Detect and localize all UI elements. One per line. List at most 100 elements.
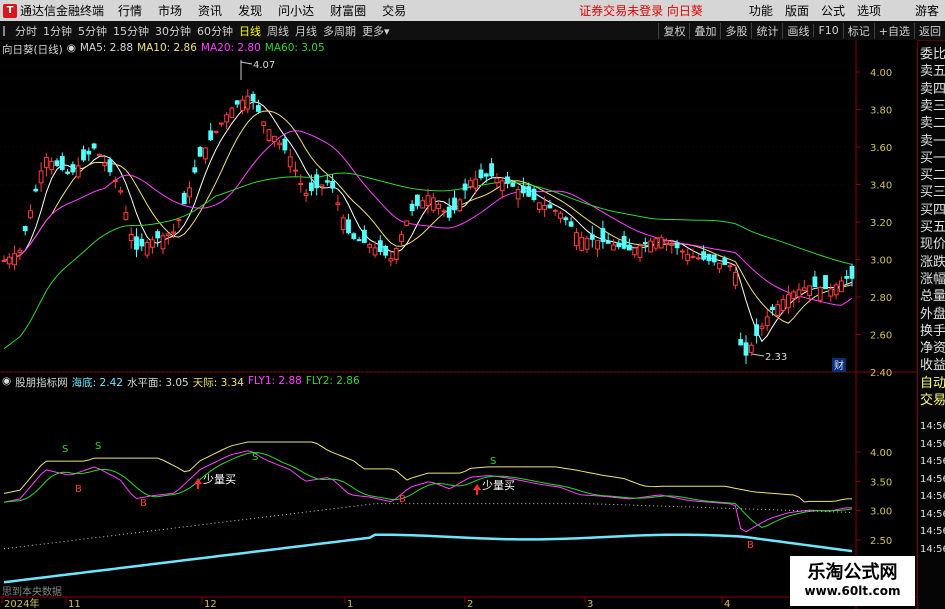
candle-down [324, 180, 330, 183]
candle-up [595, 239, 601, 250]
candle-up [266, 129, 272, 142]
candle-down [22, 225, 28, 232]
date-label: 11 [68, 599, 81, 609]
candle-up [245, 95, 251, 110]
period-weekly[interactable]: 周线 [264, 23, 292, 39]
low-price-label: 2.33 [765, 352, 787, 363]
candle-down [356, 239, 362, 242]
signal-b: B [140, 498, 147, 509]
candle-up [277, 142, 283, 146]
menu-item-formula[interactable]: 公式 [815, 2, 851, 19]
period-daily[interactable]: 日线 [236, 23, 264, 39]
period-multi[interactable]: 多周期 [320, 23, 359, 39]
price-tick-label: 3.40 [870, 181, 892, 192]
multi-stock-button[interactable]: 多股 [720, 22, 751, 39]
menu-item-markets[interactable]: 市场 [150, 2, 190, 19]
period-tick[interactable]: 分时 [12, 23, 40, 39]
login-warning[interactable]: 证券交易未登录 向日葵 [579, 2, 703, 19]
menu-item-options[interactable]: 选项 [851, 2, 887, 19]
candle-down [521, 185, 526, 194]
f10-button[interactable]: F10 [813, 24, 842, 37]
price-tick-label: 2.40 [870, 368, 892, 379]
candle-down [627, 244, 632, 251]
draw-line-button[interactable]: 画线 [782, 22, 813, 39]
candle-up [436, 203, 442, 209]
candle-down [489, 163, 495, 177]
candle-up [817, 287, 823, 301]
candle-down [208, 130, 214, 141]
overlay-button[interactable]: 叠加 [689, 22, 720, 39]
candle-up [664, 240, 669, 244]
candle-down [483, 173, 489, 177]
candle-down [531, 188, 537, 201]
period-more[interactable]: 更多▾ [359, 23, 393, 39]
period-15min[interactable]: 15分钟 [110, 23, 152, 39]
candle-down [462, 183, 468, 191]
chevron-down-icon[interactable]: ◉ [67, 42, 76, 56]
guest-label[interactable]: 游客 [909, 2, 945, 19]
signal-s: S [62, 444, 68, 455]
mark-button[interactable]: 标记 [842, 22, 874, 39]
candle-down [478, 169, 484, 179]
trade-time: 14:56 [920, 491, 945, 502]
candle-up [1, 260, 7, 263]
candle-down [139, 238, 145, 247]
candle-down [377, 240, 383, 253]
menu-item-market[interactable]: 行情 [110, 2, 150, 19]
app-title: 通达信金融终端 [20, 4, 105, 18]
candle-down [107, 159, 113, 173]
back-button[interactable]: 返回 [914, 22, 945, 39]
candle-down [706, 253, 712, 261]
candle-up [552, 209, 558, 212]
settings-dot-icon[interactable]: ◉ [2, 375, 11, 389]
period-5min[interactable]: 5分钟 [75, 23, 110, 39]
candle-down [526, 186, 532, 197]
candle-down [70, 164, 76, 173]
menu-item-discover[interactable]: 发现 [230, 2, 270, 19]
stats-button[interactable]: 统计 [751, 22, 782, 39]
kline-chart[interactable]: 4.00 3.80 3.60 3.40 3.20 3.00 2.80 2.60 2.40 4.00… [0, 40, 917, 609]
period-monthly[interactable]: 月线 [292, 23, 320, 39]
candle-up [128, 233, 134, 241]
candle-up [727, 265, 733, 268]
candle-down [415, 194, 420, 207]
current-stock: 向日葵 [666, 4, 703, 18]
less-buy-label: 少量买 [482, 479, 515, 492]
candle-up [542, 204, 548, 210]
quote-field-label: 现价 [920, 237, 945, 253]
adjust-button[interactable]: 复权 [658, 22, 689, 39]
candle-up [457, 199, 463, 212]
trade-time: 14:56 [920, 526, 945, 537]
candle-down [711, 254, 717, 263]
candle-up [229, 107, 235, 119]
candle-down [234, 100, 240, 105]
candle-up [404, 220, 410, 226]
candle-down [383, 245, 389, 256]
candle-up [833, 284, 839, 296]
quote-field-label: 换手 [920, 323, 945, 339]
add-watchlist-button[interactable]: +自选 [873, 22, 914, 39]
candle-down [86, 150, 92, 155]
candle-up [240, 99, 245, 111]
candle-down [642, 242, 648, 245]
candle-up [224, 114, 229, 123]
menu-item-wealth[interactable]: 财富圈 [322, 2, 374, 19]
date-label: 12 [204, 599, 217, 609]
candle-up [611, 244, 616, 251]
candle-down [91, 143, 97, 149]
quote-field-label[interactable]: 交易 [920, 394, 945, 408]
menu-item-layout[interactable]: 版面 [779, 2, 815, 19]
quote-field-label: 卖五 [920, 64, 945, 80]
candle-up [150, 239, 155, 248]
period-30min[interactable]: 30分钟 [152, 23, 194, 39]
quote-field-label[interactable]: 自动 [920, 376, 945, 391]
menu-item-trade[interactable]: 交易 [374, 2, 414, 19]
candle-up [271, 135, 277, 143]
period-60min[interactable]: 60分钟 [194, 23, 236, 39]
menu-item-news[interactable]: 资讯 [190, 2, 230, 19]
menu-item-ask[interactable]: 问小达 [270, 2, 322, 19]
period-1min[interactable]: 1分钟 [40, 23, 75, 39]
candle-up [287, 156, 293, 168]
quote-field-label: 买四 [920, 202, 945, 218]
menu-item-function[interactable]: 功能 [743, 2, 779, 19]
